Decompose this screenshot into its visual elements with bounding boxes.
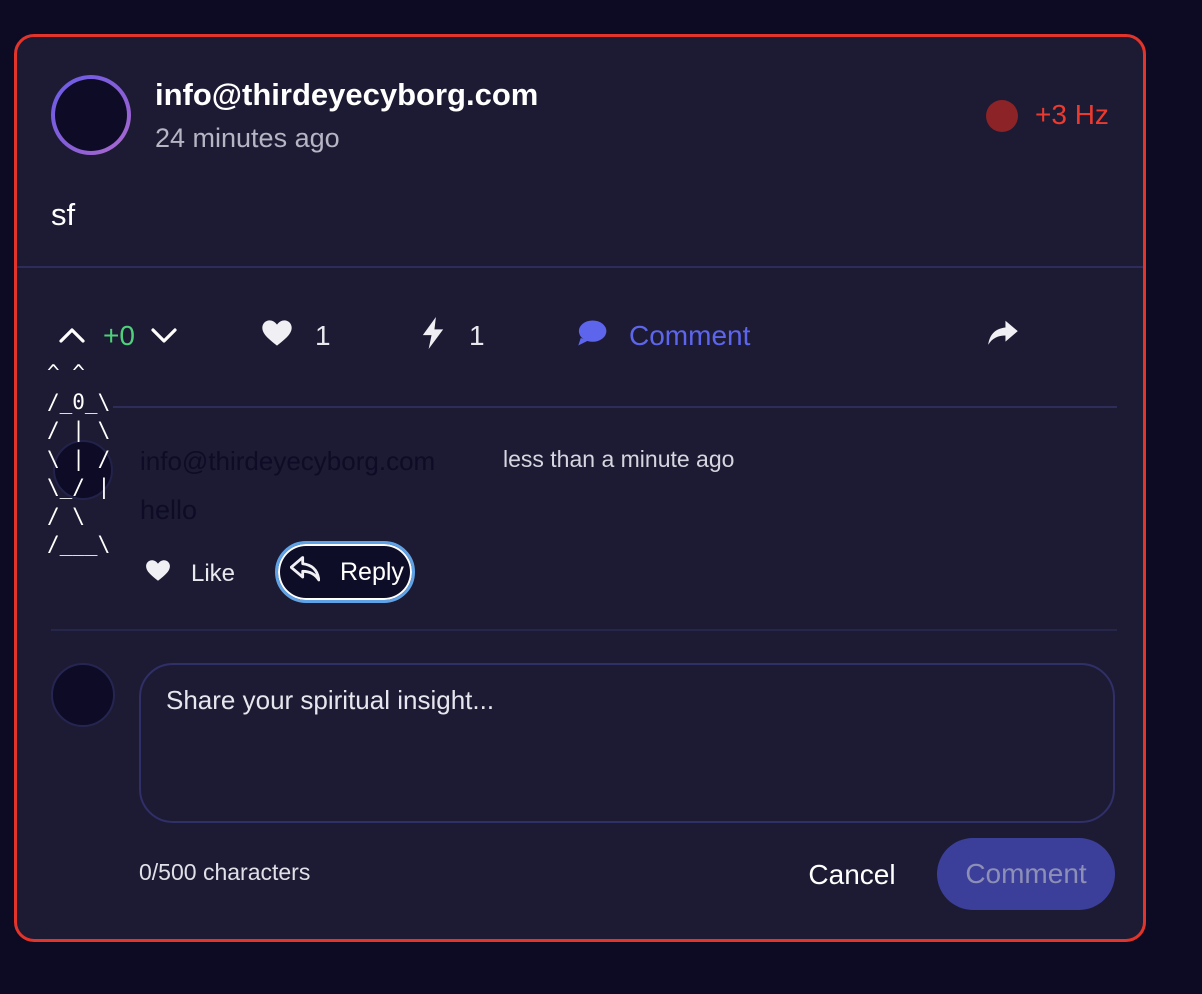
post-card: info@thirdeyecyborg.com 24 minutes ago +…	[14, 34, 1146, 942]
speech-bubble-icon	[577, 319, 607, 354]
divider	[17, 266, 1143, 268]
share-arrow-icon	[987, 319, 1019, 354]
energy-button[interactable]: 1	[421, 316, 485, 356]
post-body: sf	[51, 197, 76, 232]
share-button[interactable]	[987, 318, 1019, 354]
reply-timestamp: less than a minute ago	[503, 446, 735, 472]
submit-comment-button[interactable]: Comment	[937, 838, 1115, 910]
composer-avatar	[51, 663, 115, 727]
like-button[interactable]: 1	[261, 318, 331, 354]
like-label: Like	[191, 560, 236, 587]
reply-arrow-icon	[289, 555, 321, 589]
heart-icon	[145, 559, 171, 589]
frequency-dot-icon	[986, 100, 1018, 132]
lightning-bolt-icon	[421, 316, 445, 356]
divider	[51, 629, 1117, 631]
heart-icon	[261, 319, 293, 354]
comment-toggle-button[interactable]: Comment	[577, 318, 750, 354]
upvote-chevron-up-icon[interactable]	[57, 320, 87, 352]
reply-label: Reply	[340, 557, 404, 586]
frequency-badge: +3 Hz	[1035, 99, 1109, 130]
character-count: 0/500 characters	[139, 859, 311, 885]
vote-score: +0	[103, 320, 135, 351]
divider	[113, 406, 1117, 408]
downvote-chevron-down-icon[interactable]	[149, 320, 179, 352]
post-author[interactable]: info@thirdeyecyborg.com	[155, 77, 538, 113]
comment-label: Comment	[629, 320, 751, 351]
comment-input[interactable]	[139, 663, 1115, 823]
cancel-button[interactable]: Cancel	[787, 855, 917, 895]
reply-like-button[interactable]: Like	[145, 558, 235, 590]
ascii-art-figure: ^ ^ /_0_\ / | \ \ | / \_/ | / \ /___\	[47, 361, 111, 556]
reply-body: hello	[140, 495, 198, 525]
author-avatar[interactable]	[51, 75, 131, 155]
like-count: 1	[315, 320, 331, 351]
energy-count: 1	[469, 320, 485, 351]
vote-control: +0	[57, 318, 179, 354]
reply-button[interactable]: Reply	[275, 541, 415, 603]
reply-author[interactable]: info@thirdeyecyborg.com	[140, 446, 435, 477]
post-timestamp: 24 minutes ago	[155, 123, 340, 153]
